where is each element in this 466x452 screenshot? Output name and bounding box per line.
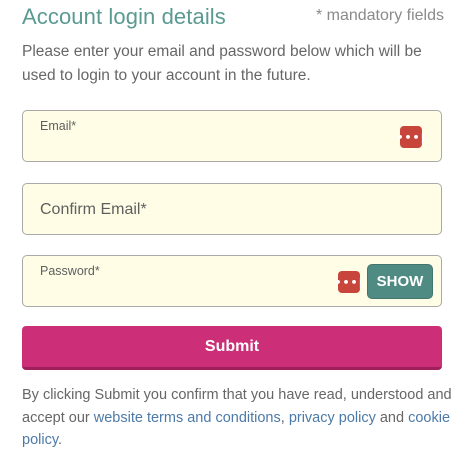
submit-button[interactable]: Submit <box>22 326 442 370</box>
privacy-link[interactable]: privacy policy <box>289 410 376 426</box>
section-header: Account login details * mandatory fields <box>22 4 444 34</box>
email-label: Email* <box>40 119 77 133</box>
mandatory-fields-note: * mandatory fields <box>315 7 444 24</box>
confirm-email-field[interactable]: Confirm Email* <box>22 183 442 235</box>
show-password-button[interactable]: SHOW <box>367 264 433 299</box>
password-manager-icon[interactable]: •••| <box>334 271 363 293</box>
email-input[interactable] <box>40 137 380 157</box>
legal-text: By clicking Submit you confirm that you … <box>22 384 452 452</box>
legal-suffix: . <box>58 432 63 448</box>
legal-and: and <box>375 409 409 426</box>
legal-separator: , <box>280 409 289 426</box>
dots-glyph: •••| <box>396 130 426 144</box>
password-manager-icon[interactable]: •••| <box>396 126 425 148</box>
confirm-email-placeholder: Confirm Email* <box>40 201 147 218</box>
password-field[interactable]: Password* •••| SHOW <box>22 255 442 307</box>
password-input[interactable] <box>40 282 330 302</box>
dots-glyph: •••| <box>334 275 364 289</box>
intro-text: Please enter your email and password bel… <box>22 43 422 84</box>
terms-link[interactable]: website terms and conditions <box>94 410 281 426</box>
password-label: Password* <box>40 264 100 278</box>
section-title: Account login details <box>22 4 226 29</box>
email-field[interactable]: Email* •••| <box>22 110 442 162</box>
